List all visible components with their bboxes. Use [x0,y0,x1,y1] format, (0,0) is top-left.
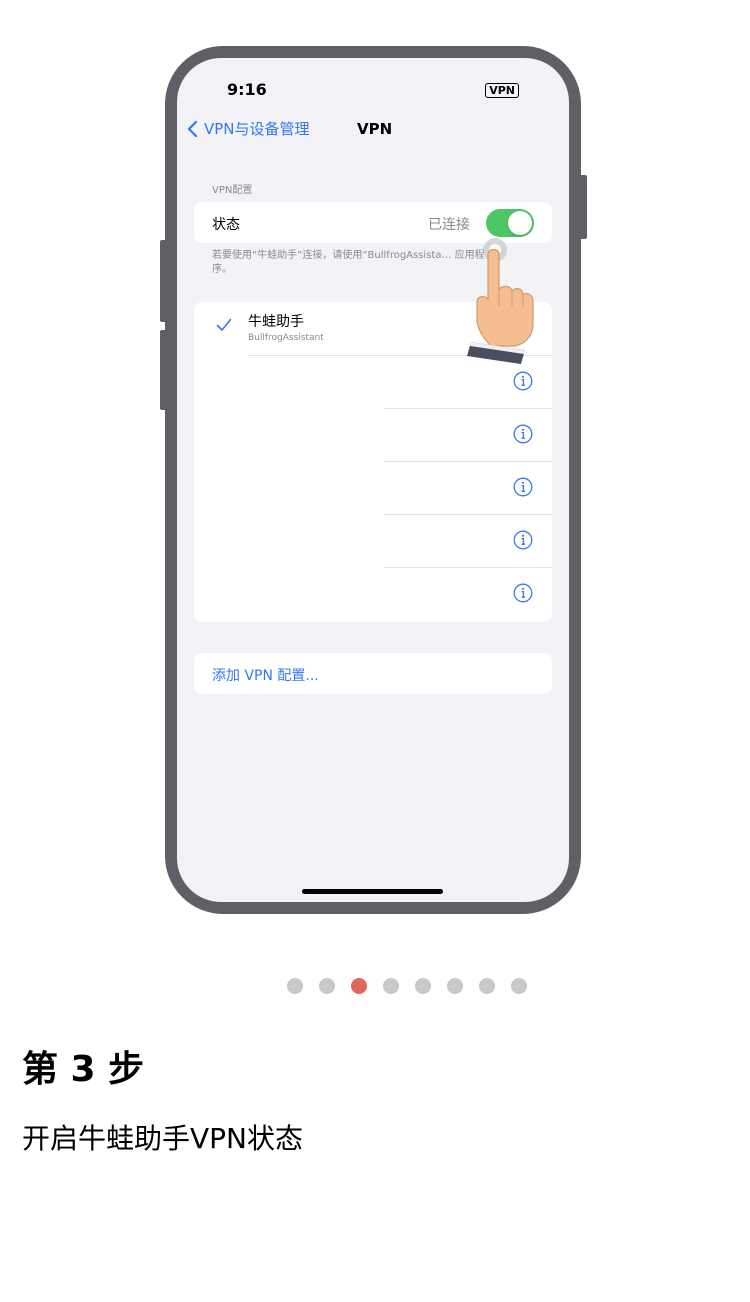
page-dot[interactable] [447,978,463,994]
home-indicator[interactable] [302,889,443,894]
info-circle-icon[interactable] [513,583,533,603]
info-circle-icon[interactable] [513,477,533,497]
vpn-list-item[interactable] [194,408,552,461]
page-dot[interactable] [479,978,495,994]
status-label: 状态 [212,217,240,233]
page-dot-active[interactable] [351,978,367,994]
add-vpn-row[interactable]: 添加 VPN 配置... [194,653,552,694]
vpn-list-item[interactable] [194,461,552,514]
vpn-name: 牛蛙助手 [248,314,304,330]
step-title: 第 3 步 [22,1049,145,1090]
page-dot[interactable] [319,978,335,994]
page-dot[interactable] [383,978,399,994]
info-circle-icon[interactable] [513,424,533,444]
info-circle-icon[interactable] [513,371,533,391]
back-button[interactable]: VPN与设备管理 [187,118,310,139]
status-value: 已连接 [428,217,470,233]
add-vpn-button[interactable]: 添加 VPN 配置... [212,665,319,685]
chevron-left-icon [187,120,198,137]
step-description: 开启牛蛙助手VPN状态 [22,1122,303,1155]
vpn-status-badge: VPN [485,83,519,98]
vpn-subtitle: BullfrogAssistant [248,333,324,343]
page-dot[interactable] [511,978,527,994]
status-time: 9:16 [227,80,267,99]
vpn-list-item[interactable] [194,514,552,567]
vpn-status-toggle[interactable] [486,209,534,237]
toggle-knob [508,211,532,235]
pointing-hand-icon [467,238,534,364]
checkmark-icon [216,318,232,331]
info-circle-icon[interactable] [513,530,533,550]
section-label: VPN配置 [212,185,253,196]
phone-screen: 9:16 VPN VPN与设备管理 VPN VPN配置 状态 已连接 若要使用“… [177,58,569,902]
pagination-dots [287,978,527,994]
vpn-list-item[interactable] [194,567,552,620]
back-label: VPN与设备管理 [204,120,310,138]
page-dot[interactable] [415,978,431,994]
nav-title: VPN [357,120,393,138]
page-dot[interactable] [287,978,303,994]
phone-frame: 9:16 VPN VPN与设备管理 VPN VPN配置 状态 已连接 若要使用“… [165,46,581,914]
power-button [580,175,587,239]
